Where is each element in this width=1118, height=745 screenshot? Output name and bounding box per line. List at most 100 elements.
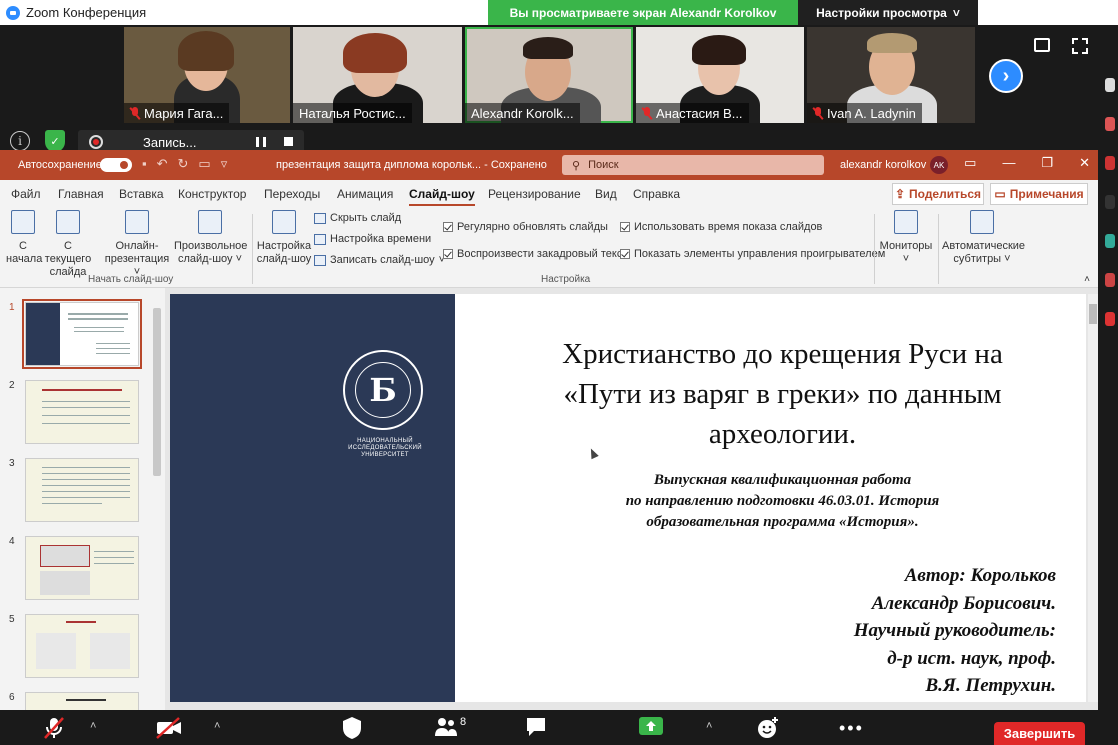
avatar[interactable]: AK — [930, 156, 948, 174]
autosave-toggle[interactable] — [100, 158, 132, 172]
slide-thumbnail[interactable] — [25, 536, 139, 600]
mute-button[interactable] — [42, 716, 66, 745]
rehearse-label: Настройка времени — [330, 233, 432, 245]
checkbox-checked[interactable] — [443, 249, 453, 259]
online-presentation-button[interactable]: Онлайн- презентация ˅ — [102, 210, 172, 279]
slide-scrollbar[interactable] — [1088, 294, 1098, 702]
participant-tile[interactable]: Наталья Ростис... — [293, 27, 462, 123]
save-icon[interactable]: ▪ — [142, 156, 147, 172]
participant-tile[interactable]: Ivan A. Ladynin — [807, 27, 975, 123]
reactions-button[interactable] — [756, 716, 780, 745]
share-button[interactable]: ⇪ Поделиться — [892, 183, 984, 205]
custom-slideshow-button[interactable]: Произвольное слайд-шоу ˅ — [174, 210, 248, 266]
hide-slide-button[interactable]: Скрыть слайд — [314, 212, 401, 224]
app-icon[interactable] — [1105, 156, 1115, 170]
checkbox-checked[interactable] — [443, 222, 453, 232]
redo-icon[interactable]: ↻ — [178, 156, 189, 172]
from-current-button[interactable]: С текущего слайда — [40, 210, 96, 279]
rehearse-timings-button[interactable]: Настройка времени — [314, 233, 431, 245]
tab-file[interactable]: Файл — [11, 187, 41, 201]
customize-icon[interactable]: ▿ — [221, 156, 228, 172]
view-settings-button[interactable]: Настройки просмотра ˅ — [798, 0, 978, 25]
undo-icon[interactable]: ↶ — [157, 156, 168, 172]
search-box[interactable]: ⚲ Поиск — [562, 155, 824, 175]
slide-thumbnail[interactable] — [25, 458, 139, 522]
stop-video-button[interactable] — [155, 716, 183, 745]
participant-tile-active[interactable]: Alexandr Korolk... — [465, 27, 633, 123]
checkbox-checked[interactable] — [620, 249, 630, 259]
tab-review[interactable]: Рецензирование — [488, 187, 581, 201]
next-page-button[interactable]: › — [989, 59, 1023, 93]
auto-subtitles-button[interactable]: Автоматические субтитры ˅ — [942, 210, 1025, 266]
collapse-ribbon-icon[interactable]: ˄ — [1084, 274, 1090, 285]
option-play-narration[interactable]: Воспроизвести закадровый текст — [443, 248, 627, 260]
security-button[interactable] — [342, 716, 362, 745]
option-show-controls[interactable]: Показать элементы управления проигрывате… — [620, 248, 885, 260]
restore-icon[interactable]: ❐ — [1041, 155, 1053, 171]
app-icon[interactable] — [1105, 312, 1115, 326]
ribbon: С начала С текущего слайда Онлайн- презе… — [0, 208, 1098, 288]
tab-slideshow[interactable]: Слайд-шоу — [409, 187, 475, 206]
setup-slideshow-button[interactable]: Настройка слайд-шоу — [256, 210, 312, 266]
slide-thumbnail[interactable] — [25, 380, 139, 444]
record-slideshow-icon — [314, 254, 326, 266]
scrollbar-thumb[interactable] — [1089, 304, 1097, 324]
participant-tile[interactable]: Мария Гага... — [124, 27, 290, 123]
info-icon[interactable]: i — [10, 131, 30, 151]
option-use-timings[interactable]: Использовать время показа слайдов — [620, 221, 822, 233]
record-slideshow-button[interactable]: Записать слайд-шоу ˅ — [314, 254, 445, 266]
custom-label-1: Произвольное — [174, 240, 248, 252]
window-title: Zoom Конференция — [26, 5, 147, 20]
thumb-line — [74, 327, 124, 328]
slide-canvas[interactable]: Б НАЦИОНАЛЬНЫЙ ИССЛЕДОВАТЕЛЬСКИЙ УНИВЕРС… — [170, 294, 1086, 702]
thumb-number: 6 — [9, 692, 15, 703]
thumbnails-scrollbar[interactable] — [153, 308, 161, 476]
checkbox-checked[interactable] — [620, 222, 630, 232]
slide-thumbnail-selected[interactable] — [22, 299, 142, 369]
chat-button[interactable] — [525, 716, 547, 743]
thumb-box — [36, 633, 76, 669]
tab-home[interactable]: Главная — [58, 187, 104, 201]
video-options-caret-icon[interactable]: ˄ — [214, 720, 220, 732]
app-icon[interactable] — [1105, 273, 1115, 287]
user-name[interactable]: alexandr korolkov — [840, 159, 926, 171]
slide-thumbnail[interactable] — [25, 614, 139, 678]
thumb-panel — [26, 303, 60, 365]
app-icon[interactable] — [1105, 117, 1115, 131]
tab-animations[interactable]: Анимация — [337, 187, 393, 201]
ribbon-display-icon[interactable]: ▭ — [964, 155, 976, 171]
pause-recording-button[interactable] — [256, 137, 266, 147]
end-meeting-button[interactable]: Завершить — [994, 722, 1085, 745]
option-update-slides[interactable]: Регулярно обновлять слайды — [443, 221, 608, 233]
fullscreen-icon[interactable] — [1072, 38, 1088, 54]
app-icon[interactable] — [1105, 78, 1115, 92]
share-options-caret-icon[interactable]: ˄ — [706, 720, 712, 732]
app-icon[interactable] — [1105, 195, 1115, 209]
minimize-icon[interactable]: — — [1002, 155, 1015, 171]
document-title[interactable]: презентация защита диплома корольк... - … — [276, 159, 547, 171]
app-icon[interactable] — [1105, 234, 1115, 248]
share-screen-button[interactable] — [638, 716, 664, 743]
security-shield-icon[interactable]: ✓ — [45, 130, 65, 152]
view-mode-icon[interactable] — [1034, 38, 1050, 52]
participants-button[interactable]: 8 — [434, 716, 466, 738]
more-options-icon[interactable]: ••• — [839, 718, 864, 739]
tab-view[interactable]: Вид — [595, 187, 617, 201]
participant-tile[interactable]: Анастасия В... — [636, 27, 804, 123]
zoom-logo-icon — [6, 5, 20, 20]
stop-recording-button[interactable] — [284, 137, 293, 146]
audio-options-caret-icon[interactable]: ˄ — [90, 720, 96, 732]
tab-help[interactable]: Справка — [633, 187, 680, 201]
comments-button[interactable]: ▭ Примечания — [990, 183, 1088, 205]
tab-insert[interactable]: Вставка — [119, 187, 164, 201]
close-icon[interactable]: ✕ — [1079, 155, 1090, 171]
from-beginning-button[interactable]: С начала — [6, 210, 42, 266]
chat-icon — [527, 718, 545, 736]
tab-design[interactable]: Конструктор — [178, 187, 246, 201]
tab-transitions[interactable]: Переходы — [264, 187, 320, 201]
thumb-number: 5 — [9, 614, 15, 625]
university-seal-icon: Б — [343, 350, 423, 430]
present-icon[interactable]: ▭ — [198, 156, 210, 172]
monitors-button[interactable]: Мониторы ˅ — [878, 210, 934, 266]
setup-label-1: Настройка — [256, 240, 312, 252]
